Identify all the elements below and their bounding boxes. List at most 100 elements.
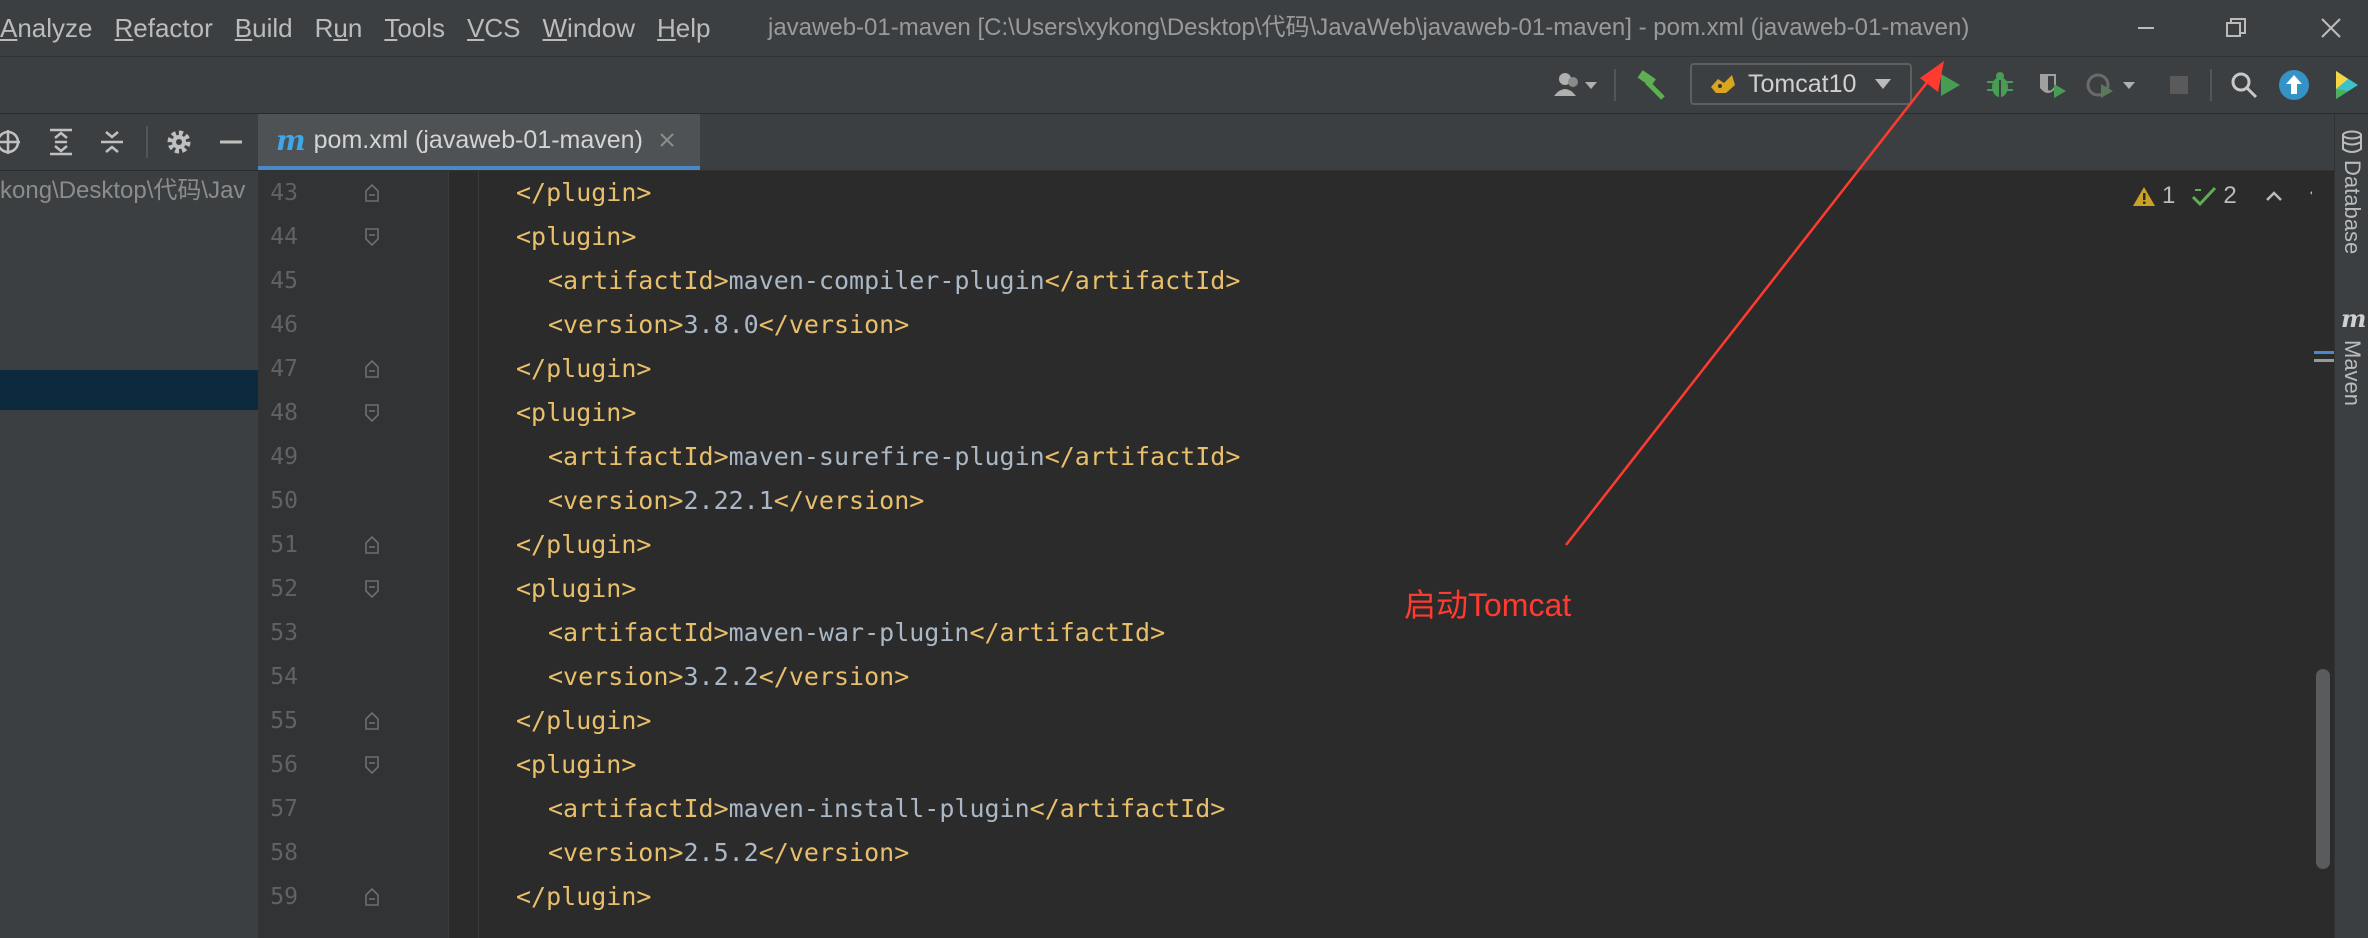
crosshair-icon [0,130,20,154]
code-line[interactable]: <version>3.2.2</version> [548,655,909,699]
hammer-icon [1637,70,1665,100]
update-button[interactable] [2274,57,2314,113]
close-window-button[interactable] [2296,0,2366,56]
code-line[interactable]: <artifactId>maven-surefire-plugin</artif… [548,435,1240,479]
xml-tag: <artifactId> [548,794,729,823]
run-with-coverage-button[interactable] [2032,57,2072,113]
window-title: javaweb-01-maven [C:\Users\xykong\Deskto… [768,14,1970,41]
debug-button[interactable] [1980,57,2020,113]
fold-marker-icon[interactable] [364,360,380,378]
menu-help[interactable]: Help [646,13,721,44]
code-line[interactable]: </plugin> [516,875,651,919]
code-line[interactable]: </plugin> [516,523,651,567]
code-editor[interactable]: </plugin> <plugin> <artifactId>maven-compi… [448,171,2310,938]
run-configuration-selector[interactable]: Tomcat10 [1690,63,1912,105]
search-everywhere-button[interactable] [2224,57,2264,113]
line-number: 47 [270,356,298,382]
menu-refactor[interactable]: Refactor [104,13,224,44]
line-number: 51 [270,532,298,558]
chevron-up-icon[interactable] [2265,190,2283,202]
menu-vcs[interactable]: VCS [456,13,531,44]
code-line[interactable]: <plugin> [516,743,636,787]
xml-text: maven-install-plugin [728,794,1030,823]
code-line[interactable]: <artifactId>maven-war-plugin</artifactId… [548,611,1165,655]
menu-window[interactable]: Window [532,13,646,44]
fold-marker-icon[interactable] [364,184,380,202]
menu-analyze[interactable]: Analyze [0,13,104,44]
code-line[interactable]: </plugin> [516,171,651,215]
fold-marker-icon[interactable] [364,580,380,598]
run-button[interactable] [1930,57,1970,113]
code-line[interactable]: <version>2.22.1</version> [548,479,924,523]
project-settings-button[interactable] [160,114,198,170]
maven-file-icon: m [276,123,306,157]
expand-all-icon [50,128,72,156]
collapse-all-icon [101,131,123,153]
xml-tag: <artifactId> [548,618,729,647]
expand-all-button[interactable] [44,114,78,170]
minimize-button[interactable] [2111,0,2181,56]
code-line[interactable]: <plugin> [516,391,636,435]
xml-tag: </plugin> [516,530,652,559]
xml-tag: <plugin> [516,398,637,427]
code-line[interactable]: <plugin> [516,567,636,611]
tomcat-icon [1711,75,1735,93]
close-tab-icon[interactable] [659,132,675,148]
menu-bar: Analyze Refactor Build Run Tools VCS Window Hel… [0,0,721,56]
code-line[interactable]: </plugin> [516,699,651,743]
code-line[interactable]: <plugin> [516,215,636,259]
fold-marker-icon[interactable] [364,536,380,554]
code-line[interactable]: </plugin> [516,347,651,391]
coverage-icon [2040,74,2066,98]
warning-icon [2133,187,2155,206]
hide-panel-button[interactable] [214,114,248,170]
line-number: 54 [270,664,298,690]
maven-tool-button[interactable]: m Maven [2335,304,2368,424]
database-icon [2342,130,2362,153]
selected-tree-row[interactable] [0,370,258,410]
ide-window: Analyze Refactor Build Run Tools VCS Window Hel… [0,0,2368,938]
collapse-all-button[interactable] [95,114,129,170]
profile-button[interactable] [2082,57,2142,113]
xml-tag: </version> [758,310,910,339]
warnings-count: 1 [2162,182,2176,209]
minimize-icon [2138,27,2154,29]
editor-scrollbar[interactable] [2312,171,2334,938]
line-number: 55 [270,708,298,734]
fold-marker-icon[interactable] [364,404,380,422]
code-line[interactable]: <version>2.5.2</version> [548,831,909,875]
tab-pom-xml[interactable]: m pom.xml (javaweb-01-maven) [258,114,700,170]
plugin-icon-button[interactable] [2322,57,2368,113]
right-tool-strip: Database m Maven [2334,114,2368,938]
main-toolbar: Tomcat10 [0,57,2368,114]
select-opened-file-button[interactable] [0,114,22,170]
restore-button[interactable] [2201,0,2271,56]
check-icon [2192,186,2217,207]
fold-marker-icon[interactable] [364,756,380,774]
fold-marker-icon[interactable] [364,888,380,906]
inspection-widget[interactable]: 1 2 [2132,176,2327,216]
stop-button[interactable] [2162,57,2196,113]
fold-marker-icon[interactable] [364,228,380,246]
maven-tab-label: Maven [2340,340,2365,407]
minimize-panel-icon [220,140,242,144]
bug-icon [1987,72,2013,97]
line-number: 53 [270,620,298,646]
scroll-marker [2314,351,2334,354]
menu-tools[interactable]: Tools [373,13,456,44]
line-number: 44 [270,224,298,250]
database-tool-button[interactable]: Database [2335,126,2368,286]
menu-build[interactable]: Build [224,13,304,44]
indent-guide [478,171,479,938]
code-line[interactable]: <version>3.8.0</version> [548,303,909,347]
menu-run[interactable]: Run [304,13,374,44]
code-line[interactable]: <artifactId>maven-install-plugin</artifa… [548,787,1225,831]
scrollbar-thumb[interactable] [2316,669,2330,869]
code-line[interactable]: <artifactId>maven-compiler-plugin</artif… [548,259,1240,303]
fold-marker-icon[interactable] [364,712,380,730]
project-path[interactable]: kong\Desktop\代码\Jav [0,171,245,211]
gear-icon [167,130,191,154]
build-project-button[interactable] [1628,57,1672,113]
xml-tag: </artifactId> [1029,794,1226,823]
user-accounts-button[interactable] [1546,57,1606,113]
